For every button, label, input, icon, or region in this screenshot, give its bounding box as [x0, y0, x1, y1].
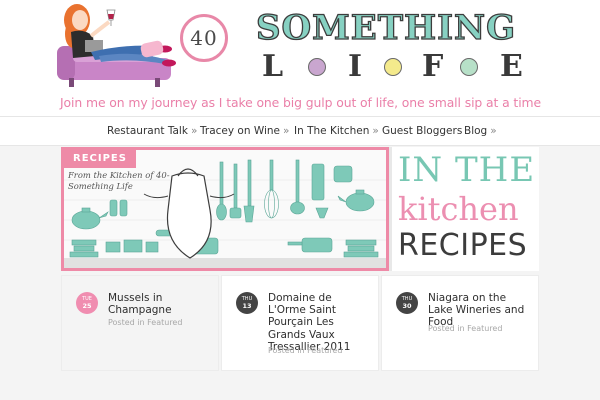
post-date-weekday: THU — [241, 296, 253, 302]
post-category[interactable]: Posted in Featured — [108, 318, 182, 327]
site-header: 40 SOMETHING L I F E Join me on my journ… — [0, 0, 600, 116]
logo-letter-f: F — [422, 49, 444, 84]
recipes-label: RECIPES — [64, 150, 136, 168]
banner-subtitle: From the Kitchen of 40-Something Life — [68, 170, 170, 191]
nav-item-label: Guest Bloggers — [382, 125, 463, 137]
logo-dot-2 — [384, 58, 402, 76]
logo-word-life: L I F E — [262, 48, 534, 86]
post-title-link[interactable]: Mussels in Champagne — [108, 292, 212, 316]
featured-banner[interactable]: RECIPES From the Kitchen of 40-Something… — [61, 147, 539, 271]
banner-title-line-3: RECIPES — [398, 228, 528, 263]
post-date-day: 25 — [82, 302, 92, 310]
post-title-link[interactable]: Domaine de L'Orme Saint Pourçain Les Gra… — [268, 292, 372, 353]
logo-letter-l: L — [262, 49, 284, 84]
nav-item-label: Tracey on Wine — [200, 125, 281, 137]
recent-posts: TUE 25 Mussels in Champagne Posted in Fe… — [61, 275, 539, 371]
logo-badge: 40 — [180, 14, 228, 62]
post-card[interactable]: THU 30 Niagara on the Lake Wineries and … — [381, 275, 539, 371]
post-category[interactable]: Posted in Featured — [268, 346, 342, 355]
nav-item-in-the-kitchen[interactable]: In The Kitchen» — [294, 125, 379, 137]
site-tagline: Join me on my journey as I take one big … — [60, 95, 542, 110]
post-date-badge: THU 30 — [396, 292, 418, 314]
logo-dot-3 — [460, 58, 478, 76]
nav-item-tracey-on-wine[interactable]: Tracey on Wine» — [200, 125, 289, 137]
logo-word-something: SOMETHING — [255, 8, 517, 48]
post-category[interactable]: Posted in Featured — [428, 324, 502, 333]
post-card[interactable]: TUE 25 Mussels in Champagne Posted in Fe… — [61, 275, 219, 371]
submenu-arrow-icon: » — [372, 125, 379, 137]
site-logo[interactable]: 40 SOMETHING L I F E — [180, 4, 540, 90]
nav-item-blog[interactable]: Blog» — [464, 125, 497, 137]
banner-title-block: IN THE kitchen RECIPES — [392, 147, 539, 271]
logo-letter-e: E — [500, 49, 523, 84]
post-date-badge: THU 13 — [236, 292, 258, 314]
submenu-arrow-icon: » — [190, 125, 198, 137]
nav-item-label: Restaurant Talk — [107, 125, 188, 137]
post-date-day: 30 — [402, 302, 412, 310]
post-card[interactable]: THU 13 Domaine de L'Orme Saint Pourçain … — [221, 275, 379, 371]
post-date-badge: TUE 25 — [76, 292, 98, 314]
banner-title-line-2: kitchen — [398, 190, 519, 228]
post-date-weekday: TUE — [82, 296, 92, 302]
submenu-arrow-icon: » — [490, 125, 497, 137]
post-date-day: 13 — [242, 302, 252, 310]
nav-item-label: In The Kitchen — [294, 125, 370, 137]
recipes-banner-image: RECIPES From the Kitchen of 40-Something… — [61, 147, 389, 271]
nav-item-label: Blog — [464, 125, 488, 137]
main-navigation: Restaurant Talk» Tracey on Wine» In The … — [0, 116, 600, 146]
logo-letter-i: I — [348, 49, 363, 84]
woman-on-sofa-illustration[interactable] — [55, 0, 190, 96]
nav-item-guest-bloggers[interactable]: Guest Bloggers — [382, 125, 462, 137]
nav-item-restaurant-talk[interactable]: Restaurant Talk» — [107, 125, 197, 137]
submenu-arrow-icon: » — [283, 125, 290, 137]
post-date-weekday: THU — [401, 296, 413, 302]
logo-dot-1 — [308, 58, 326, 76]
logo-number: 40 — [190, 26, 218, 50]
banner-title-line-1: IN THE — [398, 150, 536, 190]
